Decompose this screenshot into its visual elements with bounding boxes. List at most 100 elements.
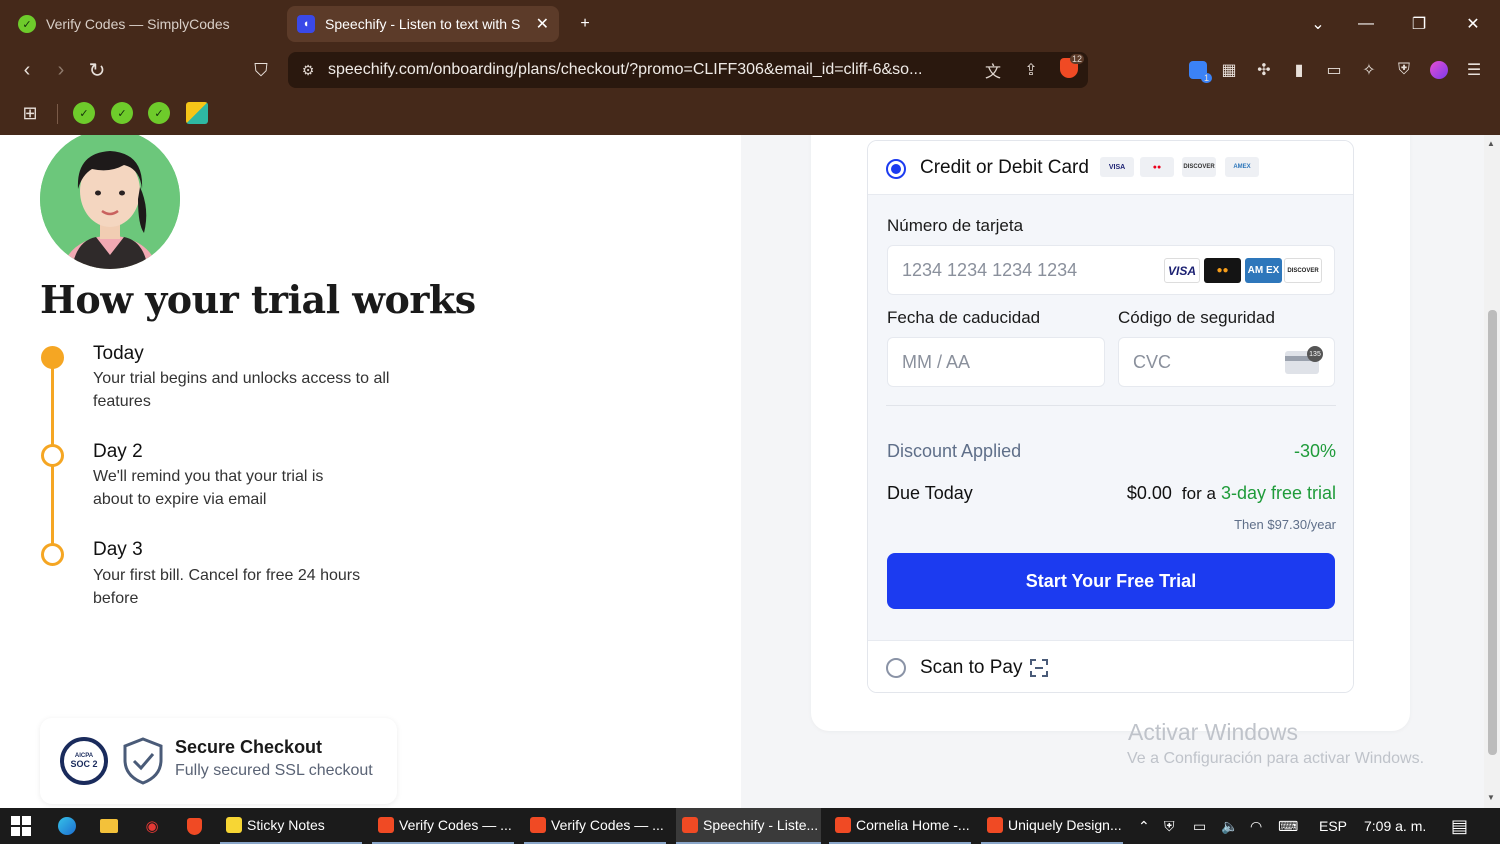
step-title: Day 3 bbox=[93, 539, 143, 560]
sidebar-icon[interactable]: ▮ bbox=[1285, 57, 1313, 83]
card-number-placeholder: 1234 1234 1234 1234 bbox=[902, 259, 1078, 280]
apps-grid-icon[interactable]: ⊞ bbox=[19, 102, 41, 124]
extension-translate-icon[interactable]: 1 bbox=[1184, 57, 1212, 83]
wifi-icon[interactable]: ◠ bbox=[1250, 808, 1262, 844]
taskbar-cornelia-home[interactable]: Cornelia Home -... bbox=[829, 808, 971, 844]
brave-app-icon bbox=[378, 817, 394, 833]
amex-mini-icon: AMEX bbox=[1225, 157, 1259, 177]
vpn-shield-icon[interactable]: ⛨ bbox=[1390, 57, 1418, 83]
cvc-input[interactable]: CVC 135 bbox=[1118, 337, 1335, 387]
due-trial: 3-day free trial bbox=[1220, 483, 1336, 503]
app-red-icon[interactable]: ◉ bbox=[139, 814, 165, 838]
cvc-digits: 135 bbox=[1307, 346, 1323, 362]
cvc-card-icon: 135 bbox=[1285, 346, 1323, 374]
start-trial-button[interactable]: Start Your Free Trial bbox=[887, 553, 1335, 609]
tab-verify-codes[interactable]: ✓ Verify Codes — SimplyCodes bbox=[8, 6, 278, 42]
taskbar-app-label: Sticky Notes bbox=[247, 817, 325, 833]
step-title: Today bbox=[93, 343, 144, 364]
qr-scan-icon bbox=[1030, 659, 1048, 677]
card-radio[interactable] bbox=[886, 159, 906, 179]
shields-count: 12 bbox=[1069, 53, 1084, 64]
timeline-dot-day3 bbox=[41, 543, 64, 566]
page-content: How your trial works Today Your trial be… bbox=[0, 135, 1484, 808]
mastercard-mini-icon: ●● bbox=[1140, 157, 1174, 177]
bookmark-simplycodes-1-icon[interactable]: ✓ bbox=[73, 102, 95, 124]
address-bar[interactable]: ⚙ speechify.com/onboarding/plans/checkou… bbox=[288, 52, 1088, 88]
battery-icon[interactable]: ▭ bbox=[1193, 808, 1206, 844]
due-amount: $0.00 bbox=[1126, 483, 1172, 503]
minimize-icon[interactable]: — bbox=[1341, 0, 1391, 47]
brave-shields-icon[interactable]: 12 bbox=[1050, 53, 1088, 83]
timeline-dot-day2 bbox=[41, 444, 64, 467]
restore-icon[interactable]: ❐ bbox=[1394, 0, 1444, 47]
extension-badge: 1 bbox=[1200, 73, 1212, 83]
reload-icon[interactable]: ↻ bbox=[82, 55, 112, 85]
translate-icon[interactable]: 文 bbox=[974, 58, 1012, 82]
tab-title: Speechify - Listen to text with S bbox=[325, 16, 521, 32]
taskbar-speechify[interactable]: Speechify - Liste... bbox=[676, 808, 821, 844]
bookmark-simplycodes-2-icon[interactable]: ✓ bbox=[111, 102, 133, 124]
edge-icon[interactable] bbox=[54, 814, 80, 838]
tab-speechify[interactable]: ◖ Speechify - Listen to text with S ✕ bbox=[287, 6, 559, 42]
new-tab-button[interactable]: + bbox=[560, 0, 610, 47]
bookmark-simplycodes-3-icon[interactable]: ✓ bbox=[148, 102, 170, 124]
card-number-label: Número de tarjeta bbox=[887, 216, 1024, 235]
taskbar-verify-codes-1[interactable]: Verify Codes — ... bbox=[372, 808, 514, 844]
extension-calendar-icon[interactable]: ▦ bbox=[1215, 57, 1243, 83]
card-form: Número de tarjeta 1234 1234 1234 1234 VI… bbox=[868, 195, 1353, 640]
close-tab-icon[interactable]: ✕ bbox=[536, 14, 549, 34]
tray-overflow-icon[interactable]: ⌃ bbox=[1138, 808, 1150, 844]
card-number-input[interactable]: 1234 1234 1234 1234 VISA ●● AM EX DISCOV… bbox=[887, 245, 1335, 295]
tray-security-icon[interactable]: ⛨ bbox=[1164, 808, 1175, 844]
tab-search-chevron-icon[interactable]: ⌄ bbox=[1293, 0, 1343, 47]
cvc-placeholder: CVC bbox=[1133, 351, 1172, 372]
leo-ai-icon[interactable]: ✧ bbox=[1355, 57, 1383, 83]
notifications-icon[interactable]: ▤ bbox=[1451, 808, 1468, 844]
taskbar-app-label: Cornelia Home -... bbox=[856, 817, 970, 833]
shield-check-icon bbox=[123, 737, 163, 785]
page-scrollbar[interactable]: ▲ ▼ bbox=[1484, 135, 1500, 808]
taskbar-sticky-notes[interactable]: Sticky Notes bbox=[220, 808, 362, 844]
cvc-label: Código de seguridad bbox=[1118, 308, 1275, 327]
menu-icon[interactable]: ☰ bbox=[1460, 57, 1488, 83]
brave-app-icon bbox=[682, 817, 698, 833]
brave-app-icon bbox=[987, 817, 1003, 833]
scan-option-label: Scan to Pay bbox=[920, 657, 1023, 678]
scroll-down-icon[interactable]: ▼ bbox=[1487, 793, 1495, 802]
amex-icon: AM EX bbox=[1245, 258, 1282, 283]
scan-radio[interactable] bbox=[886, 658, 906, 678]
file-explorer-icon[interactable] bbox=[96, 814, 122, 838]
extensions-puzzle-icon[interactable]: ✣ bbox=[1250, 57, 1278, 83]
keyboard-icon[interactable]: ⌨ bbox=[1278, 808, 1298, 844]
step-desc: Your trial begins and unlocks access to … bbox=[93, 370, 390, 410]
back-icon[interactable]: ‹ bbox=[12, 55, 42, 85]
scan-option-row[interactable]: Scan to Pay bbox=[868, 640, 1353, 692]
taskbar-app-label: Verify Codes — ... bbox=[551, 817, 664, 833]
profile-icon[interactable] bbox=[1425, 57, 1453, 83]
windows-start-icon[interactable] bbox=[8, 814, 34, 838]
card-option-row[interactable]: Credit or Debit Card VISA ●● DISCOVER AM… bbox=[868, 141, 1353, 195]
close-window-icon[interactable]: ✕ bbox=[1448, 0, 1498, 47]
language-indicator[interactable]: ESP bbox=[1319, 808, 1347, 844]
visa-mini-icon: VISA bbox=[1100, 157, 1134, 177]
forward-icon[interactable]: › bbox=[46, 55, 76, 85]
step-title: Day 2 bbox=[93, 441, 143, 462]
bookmark-colorful-icon[interactable] bbox=[186, 102, 208, 124]
taskbar-app-label: Speechify - Liste... bbox=[703, 817, 819, 833]
site-settings-icon[interactable]: ⚙ bbox=[288, 62, 328, 79]
brave-app-icon bbox=[835, 817, 851, 833]
bookmark-icon[interactable]: ⛉ bbox=[246, 55, 276, 85]
expiry-input[interactable]: MM / AA bbox=[887, 337, 1105, 387]
wallet-icon[interactable]: ▭ bbox=[1320, 57, 1348, 83]
scroll-thumb[interactable] bbox=[1488, 310, 1497, 755]
visa-icon: VISA bbox=[1164, 258, 1200, 283]
clock[interactable]: 7:09 a. m. bbox=[1364, 808, 1426, 844]
card-option-label: Credit or Debit Card bbox=[920, 157, 1089, 178]
url-text[interactable]: speechify.com/onboarding/plans/checkout/… bbox=[328, 61, 974, 79]
taskbar-verify-codes-2[interactable]: Verify Codes — ... bbox=[524, 808, 666, 844]
scroll-up-icon[interactable]: ▲ bbox=[1487, 139, 1495, 148]
share-icon[interactable]: ⇪ bbox=[1012, 60, 1050, 80]
brave-icon[interactable] bbox=[181, 814, 207, 838]
volume-icon[interactable]: 🔈 bbox=[1221, 808, 1238, 844]
taskbar-uniquely-design[interactable]: Uniquely Design... bbox=[981, 808, 1123, 844]
